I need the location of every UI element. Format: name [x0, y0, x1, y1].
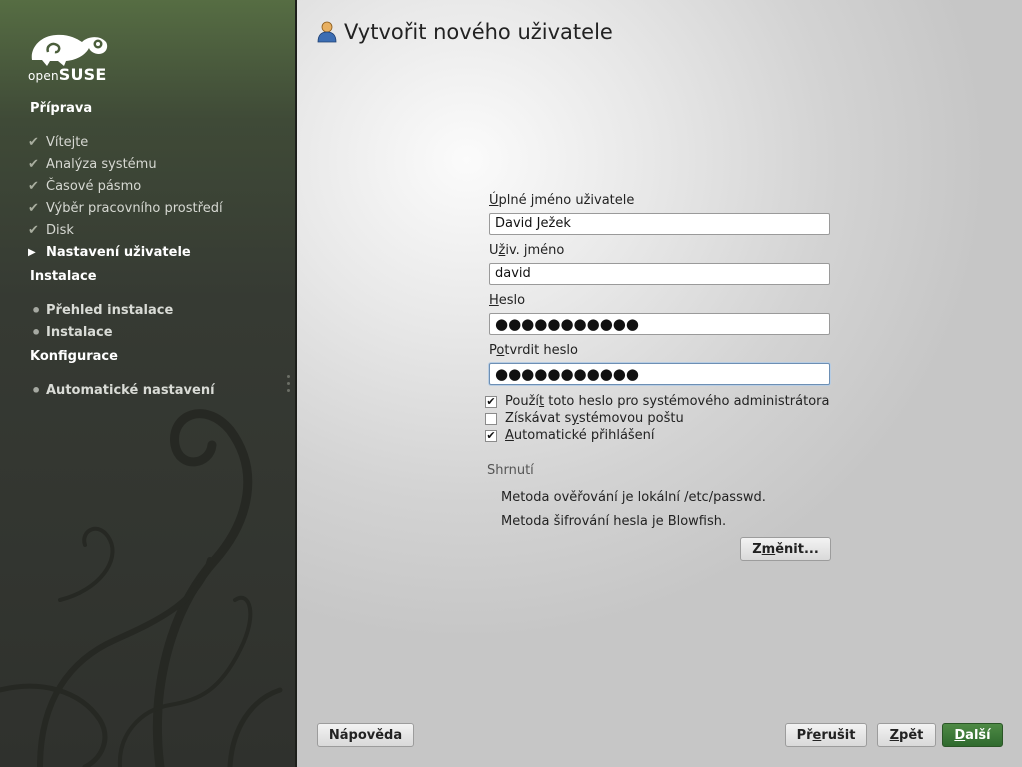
username-field[interactable]: david [489, 263, 830, 285]
step-label: Disk [46, 222, 74, 238]
section-title-priprava: Příprava [30, 101, 93, 116]
step-label: Analýza systému [46, 156, 157, 172]
receive-system-mail-checkbox-row[interactable]: Získávat systémovou poštu [485, 411, 684, 426]
step-label: Instalace [46, 324, 113, 340]
abort-button[interactable]: Př e rušit [785, 723, 867, 747]
automatic-login-checkbox-row[interactable]: ✔ Automatické přihlášení [485, 428, 655, 443]
next-button[interactable]: Další [942, 723, 1003, 747]
step-label: Vítejte [46, 134, 89, 150]
step-nastaveni-uzivatele: ▶ Nastavení uživatele [28, 242, 191, 262]
summary-auth-method: Metoda ověřování je lokální /etc/passwd. [501, 490, 766, 505]
step-disk: ✔ Disk [28, 220, 74, 240]
checkbox-label: Použít toto heslo pro systémového admini… [505, 394, 830, 409]
logo-text-open: open [28, 69, 59, 83]
section-title-instalace: Instalace [30, 269, 97, 284]
back-button[interactable]: Zpět [877, 723, 936, 747]
chameleon-icon [31, 34, 108, 66]
full-name-label: Úplné jméno uživatele [489, 193, 635, 208]
help-button[interactable]: Nápověda [317, 723, 414, 747]
confirm-password-field[interactable]: ●●●●●●●●●●● [489, 363, 830, 385]
step-label: Nastavení uživatele [46, 244, 191, 260]
main-panel: Vytvořit nového uživatele Úplné jméno už… [297, 0, 1022, 767]
bullet-icon: • [31, 322, 42, 342]
username-label: Uživ. jméno [489, 243, 565, 258]
step-casove-pasmo: ✔ Časové pásmo [28, 176, 141, 196]
use-password-for-admin-checkbox[interactable]: ✔ [485, 395, 497, 408]
check-icon: ✔ [28, 156, 39, 172]
step-label: Výběr pracovního prostředí [46, 200, 223, 216]
step-label: Automatické nastavení [46, 382, 215, 398]
full-name-field[interactable]: David Ježek [489, 213, 830, 235]
summary-encryption-method: Metoda šifrování hesla je Blowfish. [501, 514, 727, 529]
confirm-password-label: Potvrdit heslo [489, 343, 578, 358]
checkbox-label: Automatické přihlášení [505, 428, 655, 443]
checkbox-label: Získávat systémovou poštu [505, 411, 684, 426]
check-icon: ✔ [28, 134, 39, 150]
step-label: Časové pásmo [46, 178, 142, 194]
sidebar-resize-handle[interactable] [287, 375, 291, 395]
step-automaticke-nastaveni: • Automatické nastavení [28, 380, 215, 400]
step-vyber-prostredi: ✔ Výběr pracovního prostředí [28, 198, 223, 218]
check-icon: ✔ [28, 178, 39, 194]
opensuse-logo: openSUSE [28, 30, 112, 85]
bullet-icon: • [31, 300, 42, 320]
bullet-icon: • [31, 380, 42, 400]
sidebar: openSUSE Příprava ✔ Vítejte ✔ Analýza syst… [0, 0, 295, 767]
automatic-login-checkbox[interactable]: ✔ [485, 429, 497, 442]
password-label: Heslo [489, 293, 526, 308]
arrow-right-icon: ▶ [28, 246, 36, 258]
check-icon: ✔ [28, 200, 39, 216]
section-title-konfigurace: Konfigurace [30, 349, 118, 364]
user-icon [317, 21, 337, 43]
page-title: Vytvořit nového uživatele [317, 20, 613, 44]
step-prehled-instalace: • Přehled instalace [28, 300, 173, 320]
step-vitejte: ✔ Vítejte [28, 132, 88, 152]
page-title-text: Vytvořit nového uživatele [344, 20, 613, 44]
logo-text-suse: SUSE [58, 65, 107, 84]
step-analyza-systemu: ✔ Analýza systému [28, 154, 157, 174]
use-password-for-admin-checkbox-row[interactable]: ✔ Použít toto heslo pro systémového admi… [485, 394, 829, 409]
step-instalace: • Instalace [28, 322, 113, 342]
password-field[interactable]: ●●●●●●●●●●● [489, 313, 830, 335]
step-label: Přehled instalace [46, 302, 174, 318]
check-icon: ✔ [28, 222, 39, 238]
receive-system-mail-checkbox[interactable] [485, 412, 497, 425]
summary-title: Shrnutí [487, 463, 534, 478]
change-button[interactable]: Zm ěnit... [740, 537, 831, 561]
